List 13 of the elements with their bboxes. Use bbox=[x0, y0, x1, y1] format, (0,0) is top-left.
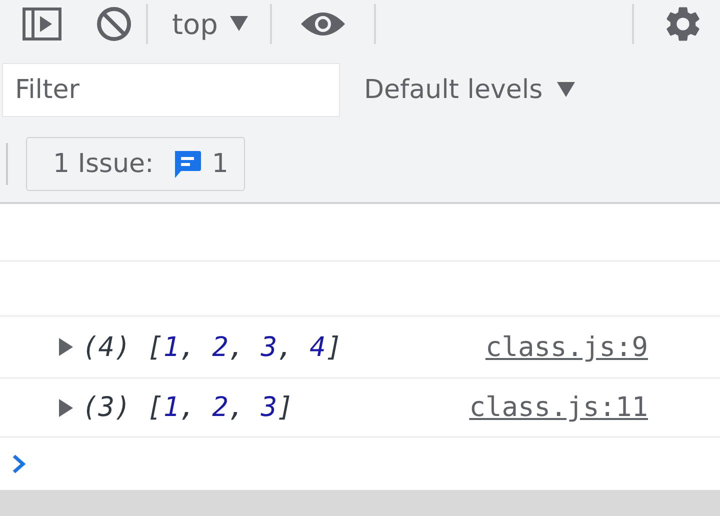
source-link[interactable]: class.js:11 bbox=[469, 392, 648, 423]
filter-field[interactable]: Filter bbox=[2, 63, 340, 117]
array-preview: (3) [1, 2, 3] bbox=[82, 392, 294, 423]
log-levels-dropdown[interactable]: Default levels bbox=[364, 75, 575, 105]
sidebar-toggle-icon[interactable] bbox=[22, 7, 62, 41]
issues-button[interactable]: 1 Issue: 1 bbox=[26, 137, 246, 191]
caret-icon bbox=[556, 82, 575, 98]
array-preview: (4) [1, 2, 3, 4] bbox=[82, 332, 342, 362]
clear-console-icon[interactable] bbox=[96, 6, 132, 42]
context-selector[interactable]: top bbox=[148, 8, 270, 40]
caret-icon bbox=[230, 16, 248, 32]
source-link[interactable]: class.js:9 bbox=[485, 332, 648, 362]
prompt-icon bbox=[12, 454, 26, 474]
